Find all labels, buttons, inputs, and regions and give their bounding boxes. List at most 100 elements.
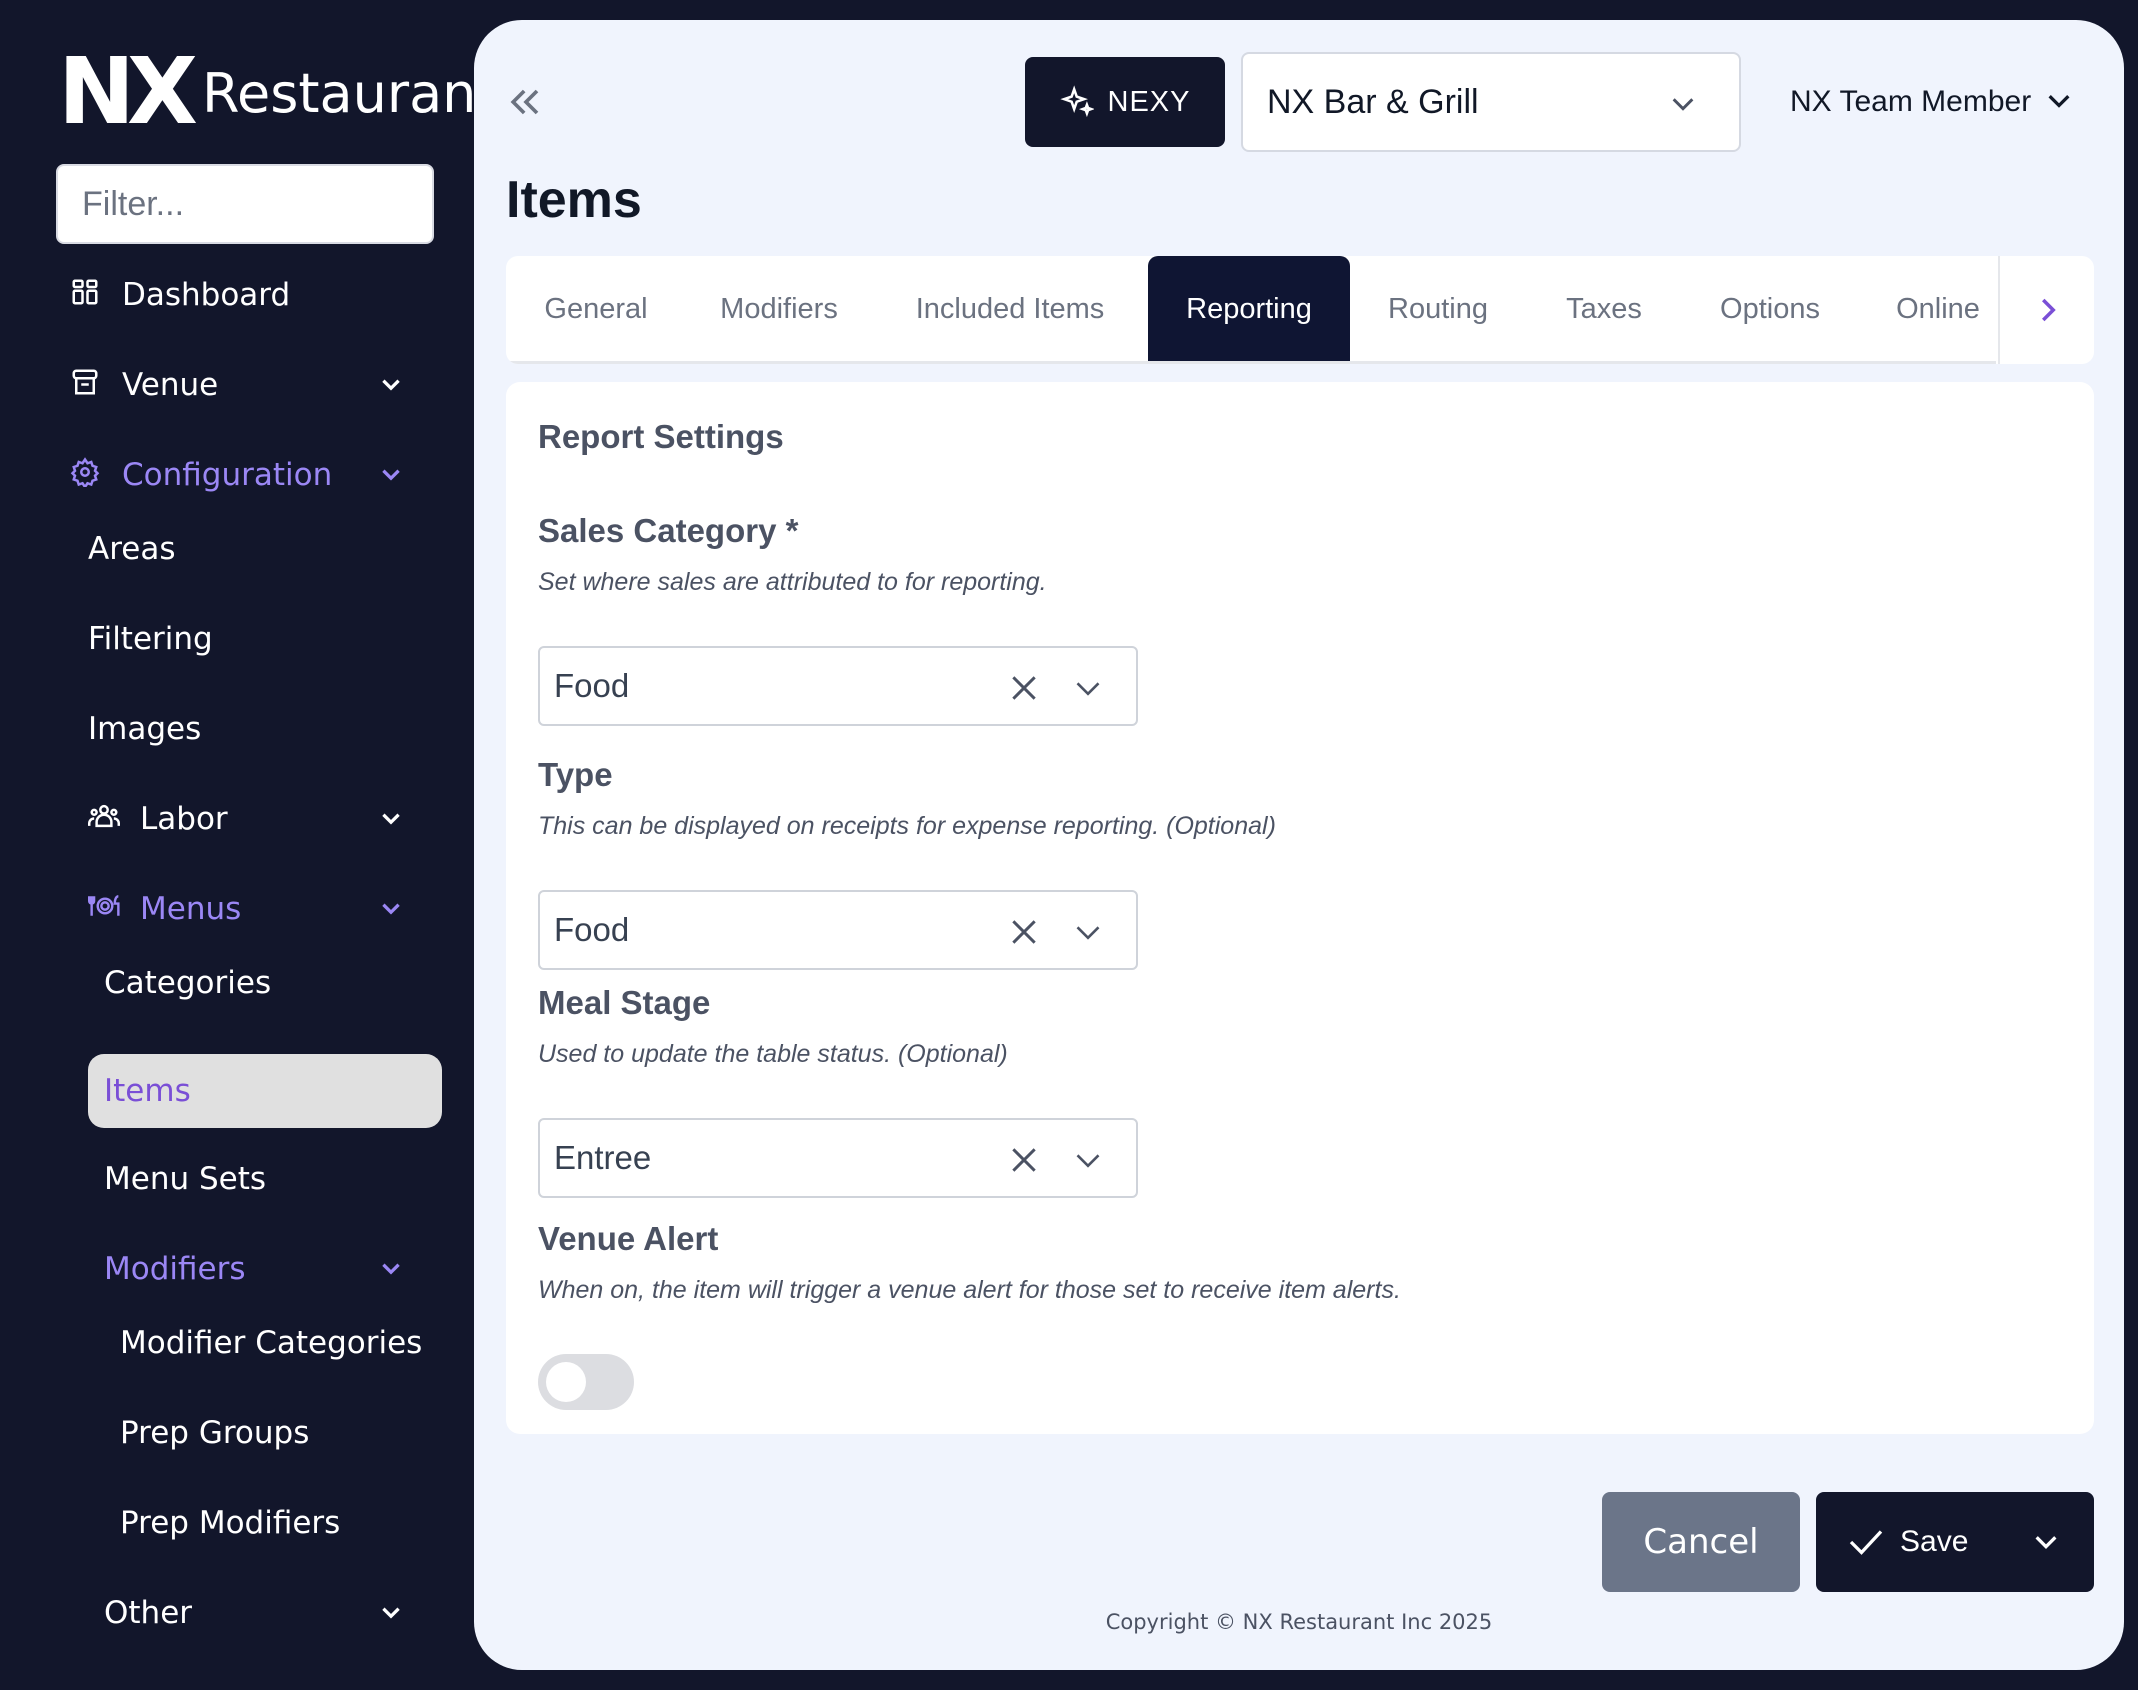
type-help: This can be displayed on receipts for ex… (538, 812, 1276, 840)
sidebar-item-categories[interactable]: Categories (0, 948, 474, 1018)
chevron-down-icon[interactable] (1072, 674, 1104, 702)
tab-label: Modifiers (720, 292, 838, 325)
filter-input[interactable] (56, 164, 434, 244)
sidebar-item-menu-sets[interactable]: Menu Sets (0, 1144, 474, 1214)
tab-label: Online (1896, 292, 1980, 325)
main-panel: NEXY NX Bar & Grill NX Team Member Items… (474, 20, 2124, 1670)
nexy-button[interactable]: NEXY (1025, 57, 1225, 147)
chevron-down-icon[interactable] (2030, 1528, 2062, 1556)
sparkle-icon (1059, 85, 1094, 118)
sidebar-item-label: Prep Groups (120, 1415, 310, 1451)
type-select[interactable]: Food (538, 890, 1138, 970)
tab-label: Included Items (915, 292, 1105, 325)
sidebar-item-areas[interactable]: Areas (0, 514, 474, 584)
venue-select[interactable]: NX Bar & Grill (1241, 52, 1741, 152)
chevron-down-icon (382, 379, 400, 391)
copyright: Copyright © NX Restaurant Inc 2025 (1105, 1610, 1493, 1634)
meal-stage-label: Meal Stage (538, 984, 711, 1021)
tab-taxes[interactable]: Taxes (1526, 256, 1682, 362)
chevron-down-icon (2048, 95, 2070, 108)
close-icon[interactable] (1008, 916, 1040, 948)
tab-reporting[interactable]: Reporting (1148, 256, 1350, 362)
close-icon[interactable] (1008, 1144, 1040, 1176)
sales-category-select[interactable]: Food (538, 646, 1138, 726)
meal-stage-help: Used to update the table status. (Option… (538, 1040, 1008, 1068)
store-icon (70, 367, 106, 403)
chevron-right-icon (2042, 298, 2056, 322)
sidebar-item-modifier-categories[interactable]: Modifier Categories (0, 1308, 474, 1378)
chevron-down-icon (382, 903, 400, 915)
close-icon[interactable] (1008, 672, 1040, 704)
tab-label: Reporting (1186, 292, 1312, 325)
tab-label: Taxes (1566, 292, 1642, 325)
tab-label: Routing (1388, 292, 1488, 325)
tab-modifiers[interactable]: Modifiers (686, 256, 872, 362)
card-title: Report Settings (538, 418, 784, 455)
sales-category-value: Food (554, 667, 630, 704)
logo-text: Restaurant (201, 62, 498, 125)
chevron-down-icon (382, 469, 400, 481)
chevron-down-icon[interactable] (1072, 918, 1104, 946)
report-settings-card: Report Settings Sales Category * Set whe… (506, 382, 2094, 1434)
sidebar-item-label: Configuration (122, 457, 333, 493)
sidebar-item-filtering[interactable]: Filtering (0, 604, 474, 674)
chevron-down-icon (382, 813, 400, 825)
type-value: Food (554, 911, 630, 948)
sidebar-item-label: Categories (104, 965, 272, 1001)
sidebar-item-dashboard[interactable]: Dashboard (0, 260, 474, 330)
venue-alert-toggle[interactable] (538, 1354, 634, 1410)
sidebar-item-label: Items (104, 1073, 191, 1109)
sidebar-item-prep-groups[interactable]: Prep Groups (0, 1398, 474, 1468)
sidebar-item-label: Areas (88, 531, 176, 567)
tab-included-items[interactable]: Included Items (872, 256, 1148, 362)
type-label: Type (538, 756, 613, 793)
logo-mark: NX (58, 38, 198, 145)
collapse-sidebar-icon[interactable] (504, 80, 548, 124)
sidebar-item-label: Dashboard (122, 277, 291, 313)
venue-alert-label: Venue Alert (538, 1220, 719, 1257)
sidebar-item-other[interactable]: Other (0, 1578, 474, 1648)
sidebar-item-items[interactable]: Items (88, 1054, 442, 1128)
sidebar-item-label: Modifier Categories (120, 1325, 423, 1361)
sales-category-label: Sales Category * (538, 512, 799, 549)
save-button[interactable]: Save (1816, 1492, 2094, 1592)
tab-bar: General Modifiers Included Items Reporti… (506, 256, 2094, 364)
venue-select-value: NX Bar & Grill (1267, 82, 1479, 121)
save-label: Save (1900, 1525, 1969, 1558)
sidebar-item-label: Images (88, 711, 202, 747)
sidebar-item-label: Prep Modifiers (120, 1505, 341, 1541)
tabs-scroll-right-button[interactable] (1998, 256, 2094, 364)
chevron-down-icon (382, 1607, 400, 1619)
user-name: NX Team Member (1790, 85, 2032, 118)
toggle-knob (546, 1362, 586, 1402)
sidebar-item-label: Venue (122, 367, 219, 403)
sidebar: NX Restaurant Dashboard Venue Configurat… (0, 0, 498, 1690)
sidebar-item-labor[interactable]: Labor (0, 784, 474, 854)
sidebar-item-images[interactable]: Images (0, 694, 474, 764)
tab-options[interactable]: Options (1682, 256, 1858, 362)
dining-icon (88, 891, 124, 927)
sidebar-item-menus[interactable]: Menus (0, 874, 474, 944)
sidebar-item-label: Other (104, 1595, 193, 1631)
user-menu[interactable]: NX Team Member (1790, 80, 2075, 124)
tab-general[interactable]: General (506, 256, 686, 362)
tab-online[interactable]: Online (1858, 256, 2018, 362)
sidebar-item-configuration[interactable]: Configuration (0, 440, 474, 510)
sidebar-item-label: Filtering (88, 621, 213, 657)
venue-alert-help: When on, the item will trigger a venue a… (538, 1276, 1401, 1304)
meal-stage-select[interactable]: Entree (538, 1118, 1138, 1198)
sidebar-item-modifiers[interactable]: Modifiers (0, 1234, 474, 1304)
page-title: Items (506, 171, 642, 229)
chevron-down-icon[interactable] (1072, 1146, 1104, 1174)
cancel-button[interactable]: Cancel (1602, 1492, 1800, 1592)
sidebar-item-label: Menu Sets (104, 1161, 267, 1197)
sidebar-item-label: Menus (140, 891, 242, 927)
tab-routing[interactable]: Routing (1350, 256, 1526, 362)
sidebar-item-venue[interactable]: Venue (0, 350, 474, 420)
sidebar-item-prep-modifiers[interactable]: Prep Modifiers (0, 1488, 474, 1558)
check-icon (1849, 1530, 1883, 1555)
tab-label: Options (1720, 292, 1820, 325)
chevron-down-icon (382, 1263, 400, 1275)
people-icon (88, 801, 124, 837)
gear-icon (70, 457, 106, 493)
